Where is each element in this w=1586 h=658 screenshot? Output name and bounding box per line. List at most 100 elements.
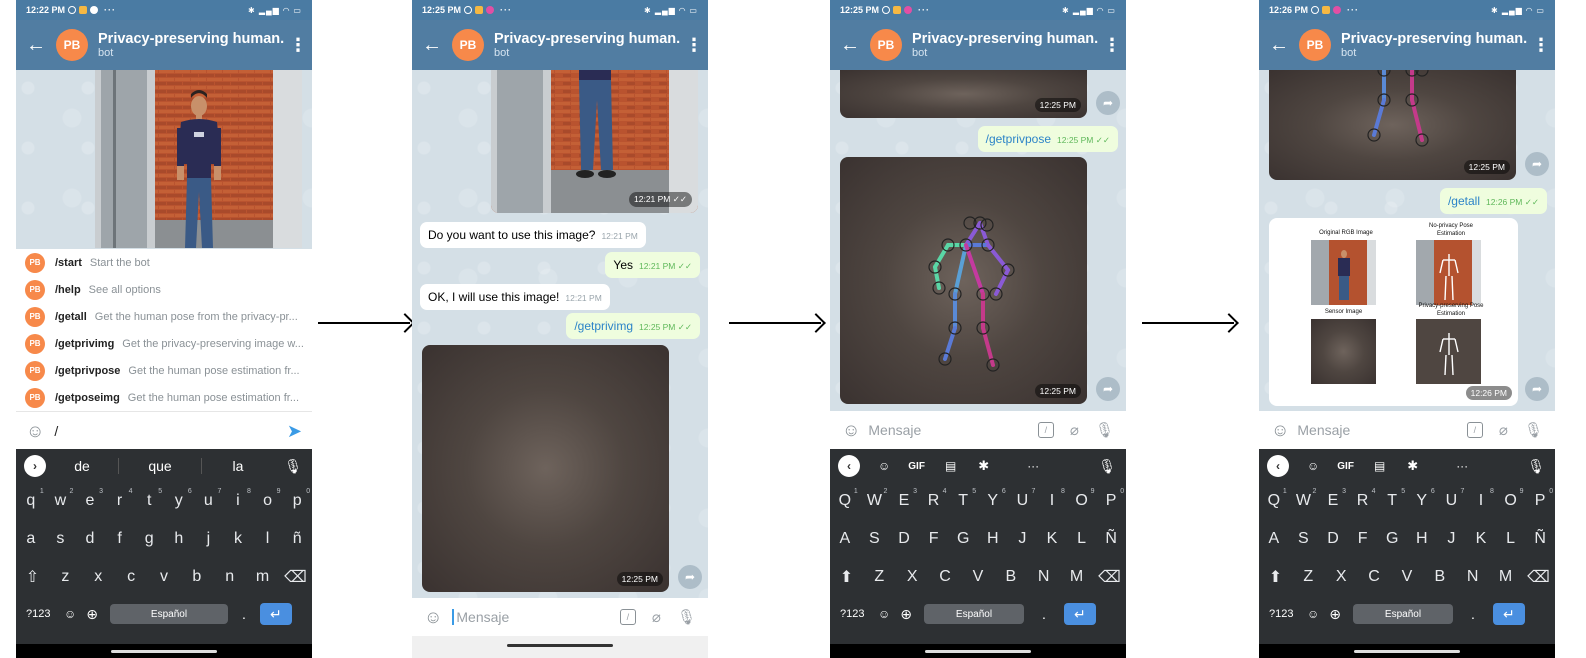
forward-icon[interactable]: ➦	[1525, 152, 1549, 176]
bot-avatar[interactable]: PB	[870, 29, 902, 61]
key[interactable]: C	[1362, 568, 1386, 586]
chat-title-area[interactable]: Privacy-preserving human... bot	[494, 31, 680, 59]
more-icon[interactable]: ···	[1456, 459, 1468, 473]
key[interactable]: m	[251, 568, 275, 586]
command-link[interactable]: /getprivpose	[986, 132, 1051, 146]
forward-icon[interactable]: ➦	[1096, 91, 1120, 115]
more-options-icon[interactable]: ⋮	[1098, 35, 1126, 56]
key[interactable]: E3	[1321, 488, 1346, 510]
photo-message[interactable]	[95, 70, 302, 248]
key[interactable]: Ñ	[1099, 530, 1123, 548]
results-image-message[interactable]: Original RGB Image No-privacy Pose Estim…	[1269, 218, 1518, 406]
key[interactable]: Ñ	[1528, 530, 1552, 548]
chat-title-area[interactable]: Privacy-preserving human... bot	[912, 31, 1098, 59]
key[interactable]: B	[999, 568, 1023, 586]
clipboard-icon[interactable]: ▤	[1374, 459, 1385, 473]
attach-icon[interactable]: ⌀	[1499, 421, 1508, 439]
key[interactable]: L	[1499, 530, 1523, 548]
backspace-key-icon[interactable]: ⌫	[283, 567, 307, 587]
symbols-key[interactable]: ?123	[26, 608, 56, 620]
forward-icon[interactable]: ➦	[1525, 377, 1549, 401]
key[interactable]: Z	[867, 568, 891, 586]
key[interactable]: D	[892, 530, 916, 548]
key[interactable]: v	[152, 568, 176, 586]
gif-button[interactable]: GIF	[1337, 461, 1354, 472]
key[interactable]: k	[226, 530, 250, 548]
period-key[interactable]: .	[1042, 606, 1046, 622]
key[interactable]: z	[53, 568, 77, 586]
shift-key-icon[interactable]: ⬆	[1263, 567, 1287, 587]
command-item[interactable]: PB /getall Get the human pose from the p…	[16, 303, 312, 330]
message-input[interactable]: Mensaje	[452, 609, 620, 625]
key[interactable]: q1	[19, 488, 43, 510]
command-item[interactable]: PB /help See all options	[16, 276, 312, 303]
key[interactable]: I8	[1469, 488, 1494, 510]
suggestion-word[interactable]: la	[202, 458, 274, 474]
key[interactable]: j	[196, 530, 220, 548]
pose-image-message[interactable]: 12:25 PM	[1269, 70, 1516, 180]
microphone-icon[interactable]: 🎙	[1524, 421, 1543, 439]
space-key[interactable]: Español	[1353, 604, 1453, 624]
message-input[interactable]: /	[54, 423, 287, 439]
key[interactable]: N	[1461, 568, 1485, 586]
key[interactable]: p0	[285, 488, 310, 510]
key[interactable]: t5	[137, 488, 162, 510]
key[interactable]: Y6	[981, 488, 1005, 510]
key[interactable]: R4	[1351, 488, 1376, 510]
key[interactable]: L	[1070, 530, 1094, 548]
key[interactable]: o9	[256, 488, 280, 510]
suggestion-word[interactable]: que	[119, 458, 201, 474]
key[interactable]: T5	[951, 488, 976, 510]
collapse-toolbar-icon[interactable]: ‹	[838, 455, 860, 477]
backspace-key-icon[interactable]: ⌫	[1526, 567, 1550, 587]
key[interactable]: w2	[48, 488, 74, 510]
emoji-key-icon[interactable]: ☺	[878, 607, 890, 621]
collapse-toolbar-icon[interactable]: ‹	[1267, 455, 1289, 477]
key[interactable]: u7	[196, 488, 221, 510]
key[interactable]: g	[137, 530, 161, 548]
backspace-key-icon[interactable]: ⌫	[1097, 567, 1121, 587]
key[interactable]: K	[1469, 530, 1493, 548]
period-key[interactable]: .	[242, 606, 246, 622]
message-input[interactable]: Mensaje	[868, 422, 1038, 438]
enter-key-icon[interactable]: ↵	[1063, 603, 1096, 625]
key[interactable]: I8	[1040, 488, 1065, 510]
emoji-icon[interactable]: ☺	[1271, 420, 1289, 441]
gif-button[interactable]: GIF	[908, 461, 925, 472]
symbols-key[interactable]: ?123	[1269, 608, 1299, 620]
microphone-icon[interactable]: 🎙	[284, 458, 302, 475]
enter-key-icon[interactable]: ↵	[259, 603, 292, 625]
symbols-key[interactable]: ?123	[840, 608, 870, 620]
command-link[interactable]: /getprivimg	[574, 319, 633, 333]
key[interactable]: F	[1351, 530, 1375, 548]
key[interactable]: n	[218, 568, 242, 586]
globe-icon[interactable]: ⊕	[86, 606, 98, 623]
back-arrow-icon[interactable]: ←	[412, 34, 452, 57]
key[interactable]: T5	[1380, 488, 1405, 510]
back-arrow-icon[interactable]: ←	[830, 34, 870, 57]
key[interactable]: M	[1065, 568, 1089, 586]
more-icon[interactable]: ···	[1027, 459, 1039, 473]
privacy-image-message[interactable]: 12:25 PM	[840, 70, 1087, 118]
key[interactable]: D	[1321, 530, 1345, 548]
key[interactable]: a	[19, 530, 43, 548]
key[interactable]: W2	[862, 488, 888, 510]
settings-icon[interactable]: ✱	[1407, 458, 1418, 474]
emoji-key-icon[interactable]: ☺	[1307, 607, 1319, 621]
command-item[interactable]: PB /getprivpose Get the human pose estim…	[16, 357, 312, 384]
globe-icon[interactable]: ⊕	[1329, 606, 1341, 623]
back-arrow-icon[interactable]: ←	[16, 34, 56, 57]
key[interactable]: O9	[1070, 488, 1094, 510]
attach-icon[interactable]: ⌀	[652, 608, 661, 626]
key[interactable]: R4	[922, 488, 947, 510]
key[interactable]: s	[48, 530, 72, 548]
privacy-image-message[interactable]: 12:25 PM	[422, 345, 669, 592]
key[interactable]: S	[1291, 530, 1315, 548]
chat-title-area[interactable]: Privacy-preserving human... bot	[1341, 31, 1527, 59]
key[interactable]: A	[1262, 530, 1286, 548]
sticker-icon[interactable]: ☺	[1307, 459, 1319, 473]
key[interactable]: W2	[1291, 488, 1317, 510]
bot-avatar[interactable]: PB	[56, 29, 88, 61]
bot-command-icon[interactable]: /	[1037, 422, 1054, 438]
command-item[interactable]: PB /start Start the bot	[16, 249, 312, 276]
